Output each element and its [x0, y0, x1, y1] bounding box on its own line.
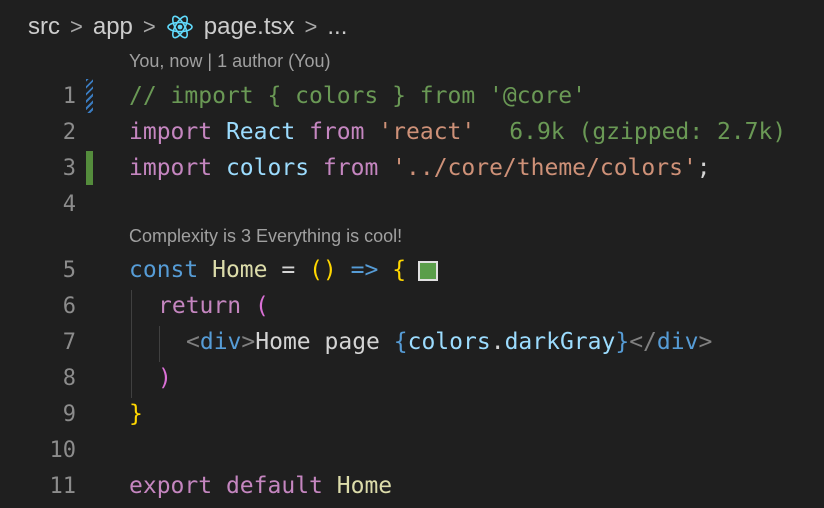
breadcrumb-item-more[interactable]: ... — [327, 13, 347, 41]
code-line-6[interactable]: 6 return ( — [0, 288, 824, 324]
code-line-9[interactable]: 9 } — [0, 396, 824, 432]
keyword-token: return — [158, 293, 242, 319]
code-text: // import { colors } from '@core' — [129, 83, 586, 109]
color-swatch[interactable] — [418, 260, 439, 281]
identifier-token: colors — [407, 329, 491, 355]
identifier-token: Home — [336, 473, 393, 499]
react-file-icon — [166, 13, 194, 41]
code-text: import colors from '../core/theme/colors… — [129, 155, 711, 181]
tag-bracket-token: </ — [629, 329, 657, 355]
code-line-2[interactable]: 2 import React from 'react' 6.9k (gzipped… — [0, 114, 824, 150]
code-text: const Home = () => { — [129, 257, 439, 283]
breadcrumb-separator: > — [70, 14, 83, 39]
paren-token: ( — [254, 293, 269, 319]
breadcrumb-item-app[interactable]: app — [93, 13, 133, 41]
breadcrumb-item-src[interactable]: src — [28, 13, 60, 41]
import-cost-annotation: 6.9k (gzipped: 2.7k) — [509, 119, 787, 145]
breadcrumb-separator: > — [142, 14, 156, 39]
line-number: 3 — [62, 155, 76, 181]
line-number: 11 — [49, 473, 77, 499]
code-line-1[interactable]: 1 // import { colors } from '@core' — [0, 78, 824, 114]
code-text: <div>Home page {colors.darkGray}</div> — [186, 329, 712, 355]
breadcrumb: src > app > page.tsx > ... — [28, 10, 347, 44]
code-line-10[interactable]: 10 — [0, 432, 824, 468]
line-number: 8 — [62, 365, 76, 391]
jsx-text-token: Home page — [255, 329, 394, 355]
identifier-token: Home — [212, 257, 268, 283]
brace-token: { — [392, 257, 407, 283]
brace-token: } — [615, 329, 630, 355]
paren-token: () — [309, 257, 337, 283]
line-number: 10 — [49, 437, 77, 463]
string-token: 'react' — [378, 119, 476, 145]
tag-bracket-token: < — [186, 329, 200, 355]
paren-token: ) — [158, 365, 172, 391]
code-text: return ( — [158, 293, 269, 319]
keyword-token: const — [129, 257, 199, 283]
keyword-token: from — [309, 119, 365, 145]
tag-name-token: div — [656, 329, 699, 355]
breadcrumb-separator: > — [304, 14, 318, 39]
code-line-8[interactable]: 8 ) — [0, 360, 824, 396]
brace-token: { — [393, 329, 408, 355]
line-number: 6 — [62, 293, 76, 319]
punctuation-token: . — [490, 329, 505, 355]
operator-token: = — [281, 257, 296, 283]
identifier-token: darkGray — [504, 329, 616, 355]
breadcrumb-item-file[interactable]: page.tsx — [204, 13, 295, 41]
arrow-token: => — [350, 257, 379, 283]
punctuation-token: ; — [696, 155, 711, 181]
gutter-added-marker[interactable] — [86, 151, 93, 185]
line-number: 9 — [62, 401, 76, 427]
gutter-modified-marker[interactable] — [86, 79, 93, 113]
codelens-complexity[interactable]: Complexity is 3 Everything is cool! — [129, 226, 402, 247]
keyword-token: export — [129, 473, 213, 499]
keyword-token: import — [129, 119, 213, 145]
tag-bracket-token: > — [241, 329, 256, 355]
code-line-7[interactable]: 7 <div>Home page {colors.darkGray}</div> — [0, 324, 824, 360]
identifier-token: colors — [225, 155, 310, 181]
comment-token: // import { colors } from '@core' — [129, 83, 586, 109]
code-line-3[interactable]: 3 import colors from '../core/theme/colo… — [0, 150, 824, 186]
code-text: } — [129, 401, 143, 427]
code-line-11[interactable]: 11 export default Home — [0, 468, 824, 504]
code-text: import React from 'react' 6.9k (gzipped: … — [129, 119, 786, 145]
code-text: export default Home — [129, 473, 392, 499]
code-line-5[interactable]: 5 const Home = () => { — [0, 252, 824, 288]
keyword-token: import — [129, 155, 213, 181]
keyword-token: default — [225, 473, 323, 499]
code-line-4[interactable]: 4 — [0, 186, 824, 222]
line-number: 4 — [62, 191, 76, 217]
codelens-blame[interactable]: You, now | 1 author (You) — [129, 51, 331, 72]
identifier-token: React — [225, 119, 296, 145]
code-editor[interactable]: src > app > page.tsx > ... You, now | 1 … — [0, 0, 824, 508]
brace-token: } — [129, 401, 143, 427]
line-number: 2 — [62, 119, 76, 145]
line-number: 7 — [62, 329, 76, 355]
tag-name-token: div — [199, 329, 242, 355]
string-token: '../core/theme/colors' — [392, 155, 697, 181]
line-number: 1 — [62, 83, 76, 109]
code-text: ) — [158, 365, 172, 391]
tag-bracket-token: > — [698, 329, 713, 355]
line-number: 5 — [62, 257, 76, 283]
keyword-token: from — [322, 155, 379, 181]
